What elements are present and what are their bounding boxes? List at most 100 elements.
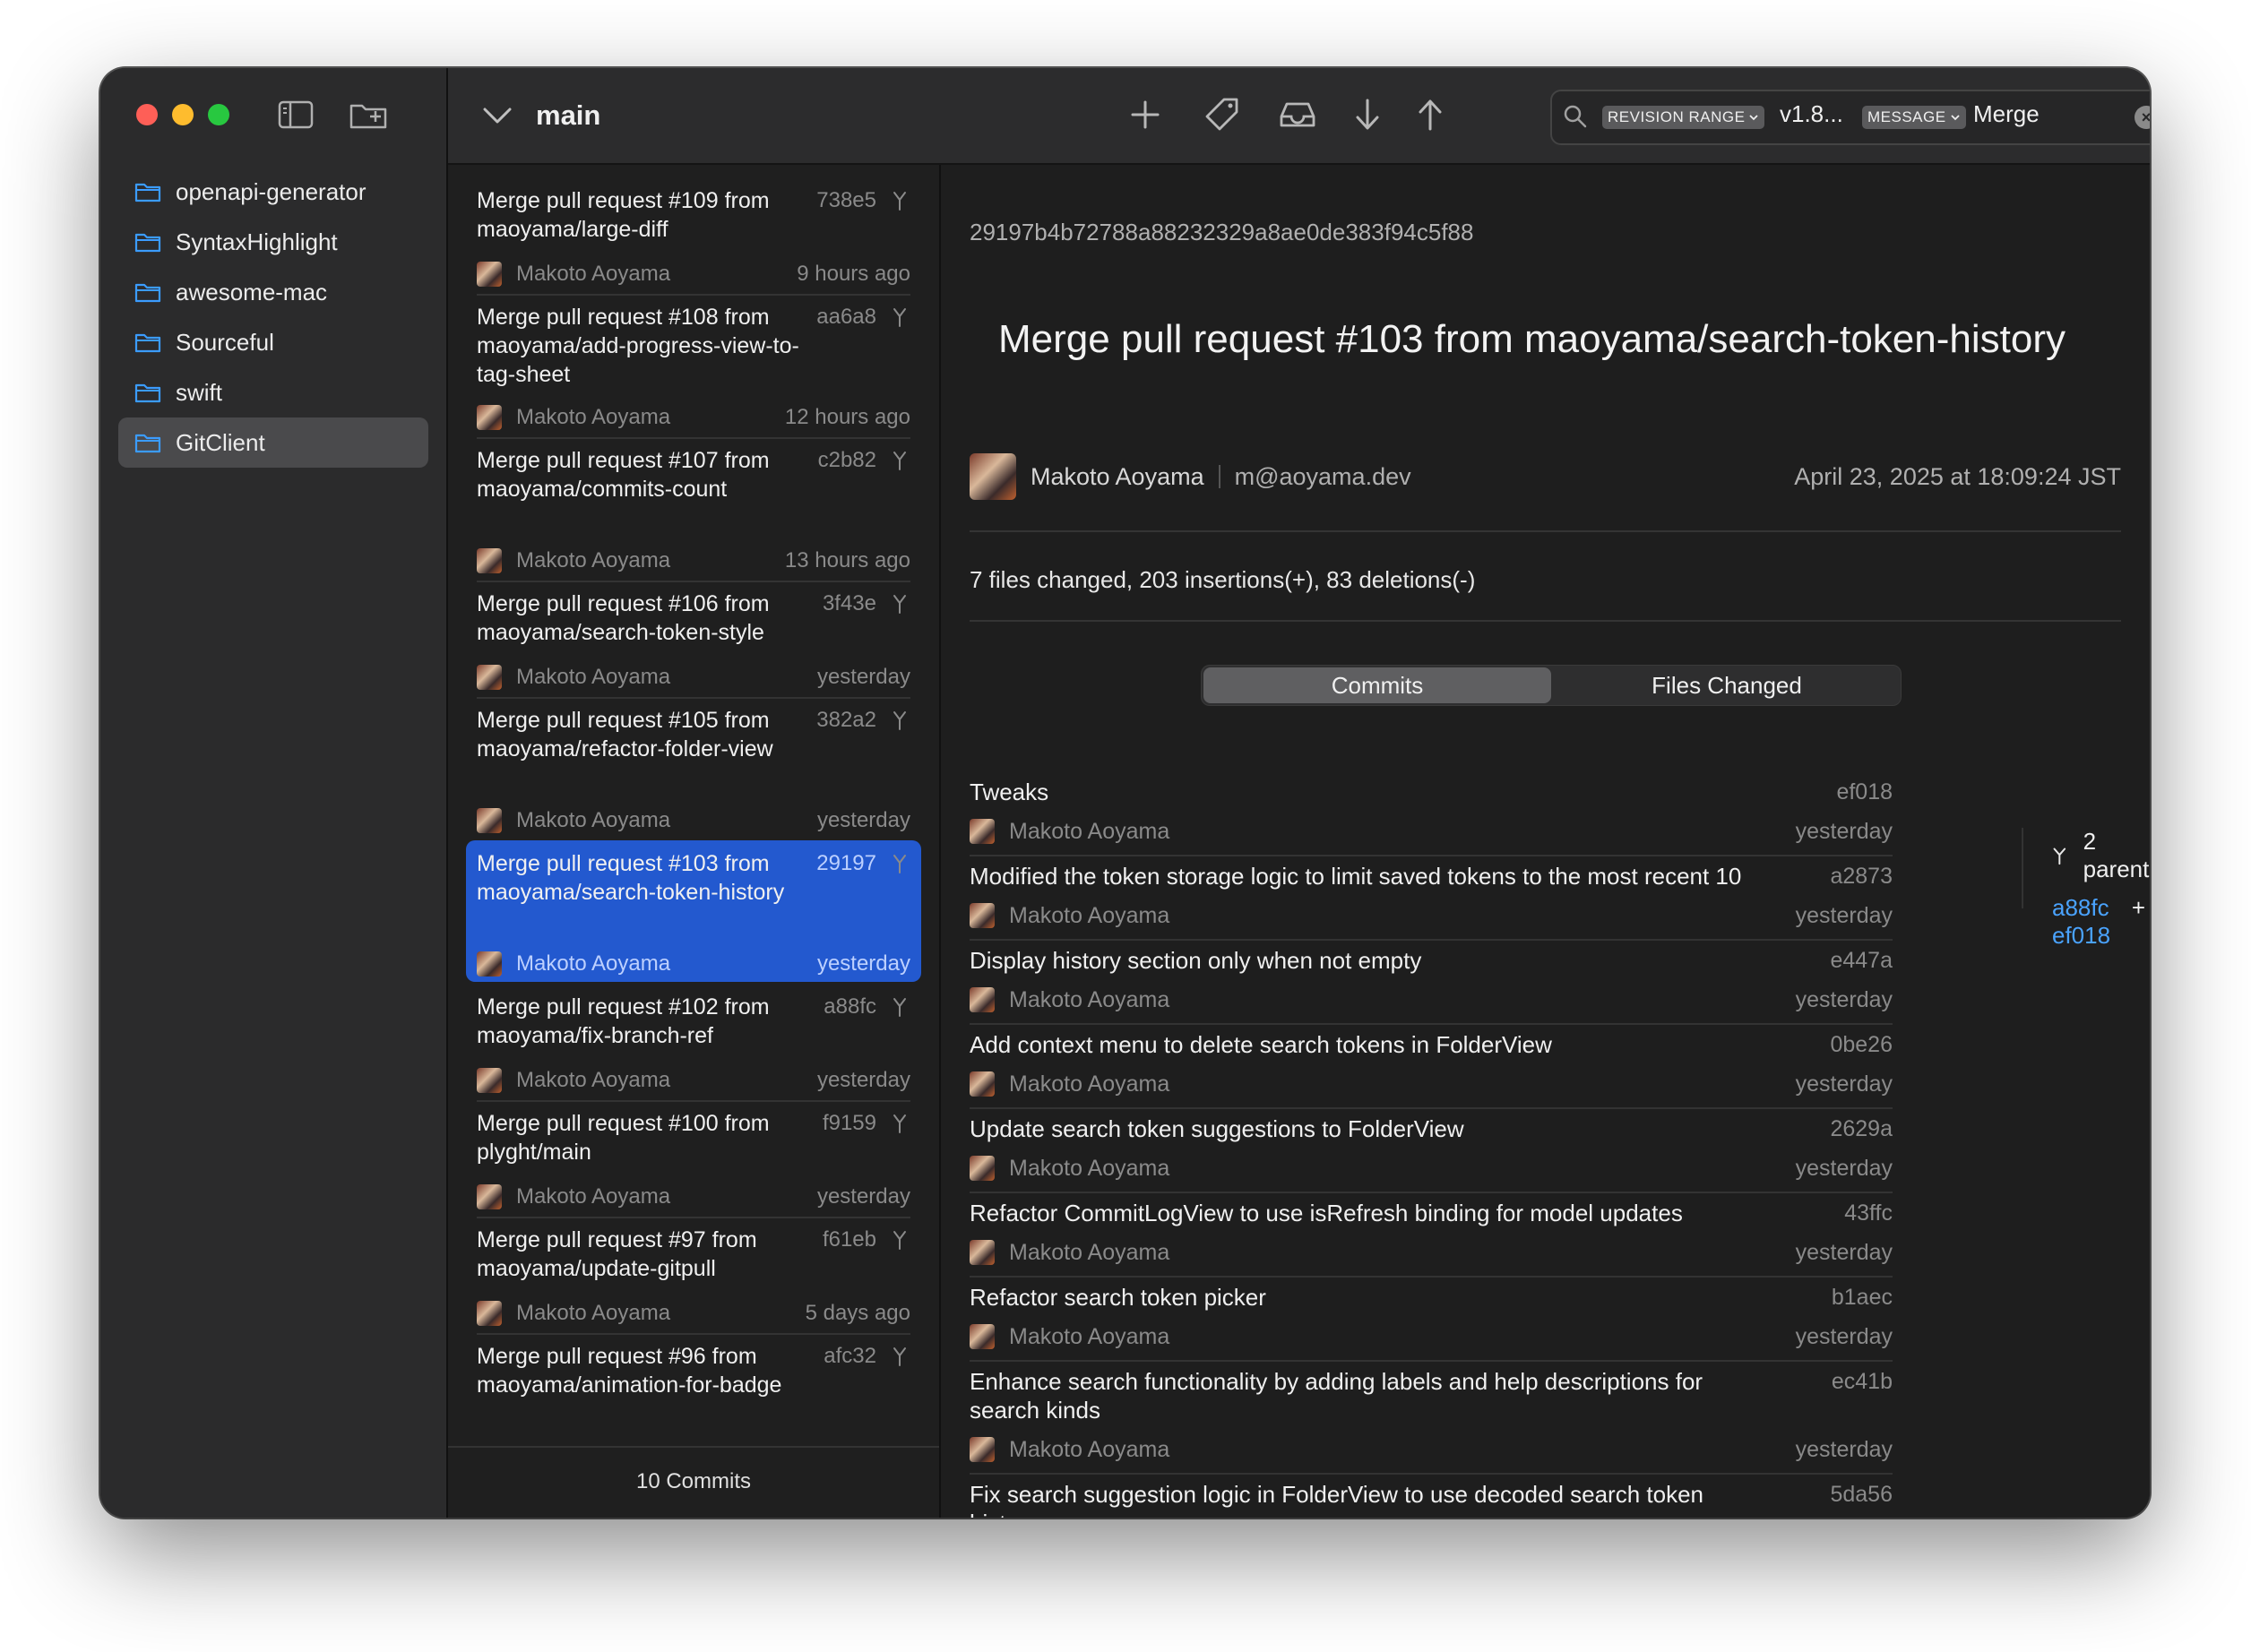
commit-author: Makoto Aoyama (516, 951, 671, 976)
merge-icon (893, 855, 906, 873)
commit-author: Makoto Aoyama (1009, 818, 1170, 844)
commit-author: Makoto Aoyama (1009, 1436, 1170, 1462)
folder-icon (134, 183, 161, 202)
commit-hash: ef018 (1836, 779, 1893, 804)
add-repository-button[interactable] (348, 97, 387, 133)
avatar (970, 819, 995, 844)
commit-author: Makoto Aoyama (516, 1301, 671, 1325)
merged-commit-row[interactable]: Tweaks ef018 Makoto Aoyama yesterday (970, 778, 1893, 862)
merged-commit-row[interactable]: Display history section only when not em… (970, 946, 1893, 1030)
divider (477, 1100, 910, 1102)
commit-message: Display history section only when not em… (970, 947, 1422, 974)
commit-time: 13 hours ago (784, 548, 910, 572)
author-email: m@aoyama.dev (1234, 462, 1411, 490)
commit-hash: 5da56 (1830, 1482, 1893, 1507)
search-field[interactable]: REVISION RANGE v1.8... MESSAGE Merge × (1550, 90, 2150, 145)
merged-commit-row[interactable]: Modified the token storage logic to limi… (970, 862, 1893, 946)
clear-search-button[interactable]: × (2135, 106, 2150, 129)
merged-commit-row[interactable]: Update search token suggestions to Folde… (970, 1114, 1893, 1199)
commit-row[interactable]: Merge pull request #105 from maoyama/ref… (466, 706, 921, 849)
commit-detail: 29197b4b72788a88232329a8ae0de383f94c5f88… (941, 165, 2150, 1518)
commit-author-row: Makoto Aoyama yesterday (477, 806, 910, 835)
merge-icon (893, 998, 906, 1017)
merged-commit-row[interactable]: Refactor search token picker b1aec Makoto … (970, 1283, 1893, 1367)
sidebar-item-repo[interactable]: GitClient (118, 417, 428, 468)
commit-message: Merge pull request #107 from maoyama/com… (477, 448, 770, 502)
sidebar-item-repo[interactable]: Sourceful (118, 317, 428, 367)
merge-icon (893, 1231, 906, 1250)
commit-message: Refactor CommitLogView to use isRefresh … (970, 1200, 1683, 1226)
avatar (477, 951, 502, 977)
push-button[interactable] (1410, 95, 1450, 134)
commit-hash: 382a2 (816, 708, 876, 732)
repository-list: openapi-generator SyntaxHighlight awesome-… (118, 167, 428, 468)
commit-row[interactable]: Merge pull request #106 from maoyama/sea… (466, 589, 921, 706)
commit-author: Makoto Aoyama (516, 405, 671, 429)
search-token-kind-message[interactable]: MESSAGE (1862, 106, 1966, 129)
merge-icon (893, 192, 906, 211)
tab-files-changed[interactable]: Files Changed (1553, 666, 1901, 705)
zoom-window-button[interactable] (208, 104, 229, 125)
divider (477, 581, 910, 582)
divider (477, 1333, 910, 1335)
tag-button[interactable] (1203, 95, 1242, 134)
merged-commit-row[interactable]: Refactor CommitLogView to use isRefresh … (970, 1199, 1893, 1283)
close-window-button[interactable] (136, 104, 158, 125)
avatar (970, 1156, 995, 1181)
sidebar-item-repo[interactable]: openapi-generator (118, 167, 428, 217)
merged-commit-row[interactable]: Fix search suggestion logic in FolderVie… (970, 1480, 1893, 1518)
minimize-window-button[interactable] (172, 104, 194, 125)
commit-message: Update search token suggestions to Folde… (970, 1115, 1464, 1142)
sidebar-item-repo[interactable]: swift (118, 367, 428, 417)
avatar (970, 1437, 995, 1462)
commit-time: yesterday (1795, 902, 1893, 928)
search-token-value-message[interactable]: Merge (1973, 100, 2040, 128)
app-window: openapi-generator SyntaxHighlight awesome-… (100, 68, 2150, 1518)
avatar (477, 1068, 502, 1093)
sidebar-item-repo[interactable]: awesome-mac (118, 267, 428, 317)
commit-row[interactable]: Merge pull request #100 from plyght/main… (466, 1109, 921, 1226)
commit-hash: b1aec (1831, 1285, 1893, 1310)
tab-commits[interactable]: Commits (1203, 667, 1551, 703)
divider (2022, 828, 2023, 908)
sidebar-item-label: openapi-generator (176, 177, 367, 205)
parent-link-1[interactable]: a88fc (2052, 894, 2109, 921)
commit-hash: 738e5 (816, 188, 876, 212)
avatar (970, 1240, 995, 1265)
commit-message: Fix search suggestion logic in FolderVie… (970, 1481, 1703, 1518)
commit-hash: e447a (1830, 948, 1893, 973)
stash-button[interactable] (1278, 95, 1317, 134)
toggle-sidebar-button[interactable] (276, 97, 315, 133)
merged-commit-row[interactable]: Add context menu to delete search tokens… (970, 1030, 1893, 1114)
divider (970, 530, 2121, 532)
parents-panel: 2 parents a88fc + ef018 (2052, 828, 2150, 950)
commit-author-row: Makoto Aoyama yesterday (970, 1154, 1893, 1183)
search-token-value-revision-range[interactable]: v1.8... (1780, 100, 1843, 128)
commit-message: Merge pull request #102 from maoyama/fix… (477, 994, 770, 1048)
avatar (477, 262, 502, 287)
sidebar-item-repo[interactable]: SyntaxHighlight (118, 217, 428, 267)
commit-row[interactable]: Merge pull request #108 from maoyama/add… (466, 303, 921, 446)
commit-row[interactable]: Merge pull request #109 from maoyama/lar… (466, 186, 921, 303)
add-button[interactable] (1126, 95, 1165, 134)
branch-selector[interactable]: main (482, 68, 600, 163)
close-icon: × (2141, 108, 2150, 126)
window-controls (136, 104, 229, 125)
sidebar-item-label: SyntaxHighlight (176, 228, 338, 255)
commit-row[interactable]: Merge pull request #97 from maoyama/upda… (466, 1226, 921, 1342)
commit-row[interactable]: Merge pull request #102 from maoyama/fix… (466, 993, 921, 1109)
commit-row[interactable]: Merge pull request #107 from maoyama/com… (466, 446, 921, 589)
commit-row[interactable]: Merge pull request #103 from maoyama/sea… (466, 840, 921, 993)
search-token-kind-revision-range[interactable]: REVISION RANGE (1602, 106, 1765, 129)
merged-commit-row[interactable]: Enhance search functionality by adding l… (970, 1367, 1893, 1480)
commit-author-row: Makoto Aoyama yesterday (477, 1066, 910, 1095)
parent-link-2[interactable]: ef018 (2052, 922, 2110, 949)
commit-hash: 43ffc (1844, 1200, 1893, 1226)
divider (477, 1217, 910, 1218)
avatar (970, 453, 1016, 500)
folder-add-icon (349, 104, 387, 129)
divider (477, 437, 910, 439)
pull-button[interactable] (1348, 95, 1387, 134)
commit-hash: c2b82 (817, 448, 876, 472)
commit-author-row: Makoto Aoyama yesterday (477, 950, 910, 978)
